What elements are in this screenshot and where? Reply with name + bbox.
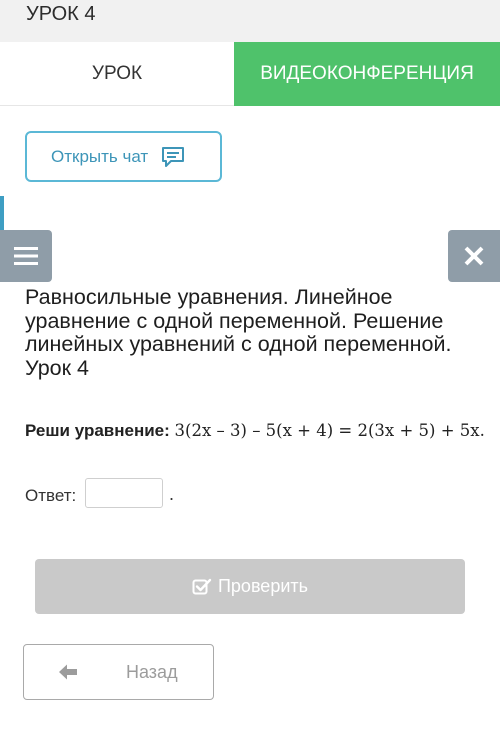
hamburger-icon [14,247,38,265]
checkbox-icon [192,578,212,594]
lesson-heading: Равносильные уравнения. Линейное уравнен… [25,285,452,380]
page-title: УРОК 4 [26,3,96,25]
top-bar: УРОК 4 [0,0,500,42]
open-chat-button[interactable]: Открыть чат [25,131,222,182]
back-button-label: Назад [126,662,178,682]
check-button-label: Проверить [217,576,309,596]
task-prompt: Реши уравнение: [25,421,170,440]
answer-suffix: . [169,484,175,504]
side-accent-line [0,196,4,234]
check-button[interactable]: Проверить [35,559,465,614]
menu-button[interactable] [0,230,52,282]
answer-input[interactable] [85,478,163,508]
close-button[interactable] [448,230,500,282]
arrow-left-icon [59,664,77,680]
tab-videoconference[interactable]: ВИДЕОКОНФЕРЕНЦИЯ [234,42,500,106]
answer-label: Ответ: [25,486,77,505]
task-equation: 3(2x – 3) – 5(x + 4) = 2(3x + 5) + 5x. [174,421,485,440]
chat-icon [162,146,185,167]
back-button[interactable]: Назад [23,644,214,700]
tab-lesson[interactable]: УРОК [0,42,234,106]
tab-divider [0,105,234,106]
task-statement: Реши уравнение: 3(2x – 3) – 5(x + 4) = 2… [25,418,485,443]
close-icon [464,246,484,266]
open-chat-label: Открыть чат [51,146,149,166]
tab-bar: УРОК ВИДЕОКОНФЕРЕНЦИЯ [0,42,500,106]
